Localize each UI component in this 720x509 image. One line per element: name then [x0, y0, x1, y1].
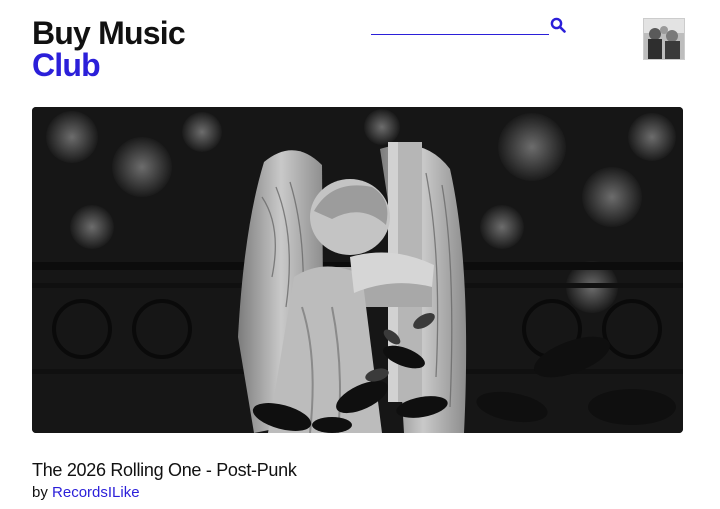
album-byline: by RecordsILike	[32, 484, 140, 502]
search-input[interactable]	[371, 16, 549, 35]
page: Buy Music Club The 2026 Rolling One - Po…	[0, 0, 720, 509]
logo-line-buy-music: Buy Music	[32, 15, 186, 51]
angel-statue-photo	[32, 107, 683, 433]
search-icon	[550, 17, 566, 33]
site-logo[interactable]: Buy Music Club	[32, 15, 186, 83]
author-link[interactable]: RecordsILike	[52, 484, 140, 501]
byline-prefix: by	[32, 484, 48, 501]
logo-line-club: Club	[32, 47, 101, 83]
search-button[interactable]	[549, 16, 567, 34]
search-bar	[371, 16, 567, 36]
avatar-photo-icon	[644, 19, 684, 59]
album-title[interactable]: The 2026 Rolling One - Post-Punk	[32, 459, 297, 481]
featured-image[interactable]	[32, 107, 683, 433]
user-avatar[interactable]	[643, 18, 685, 60]
